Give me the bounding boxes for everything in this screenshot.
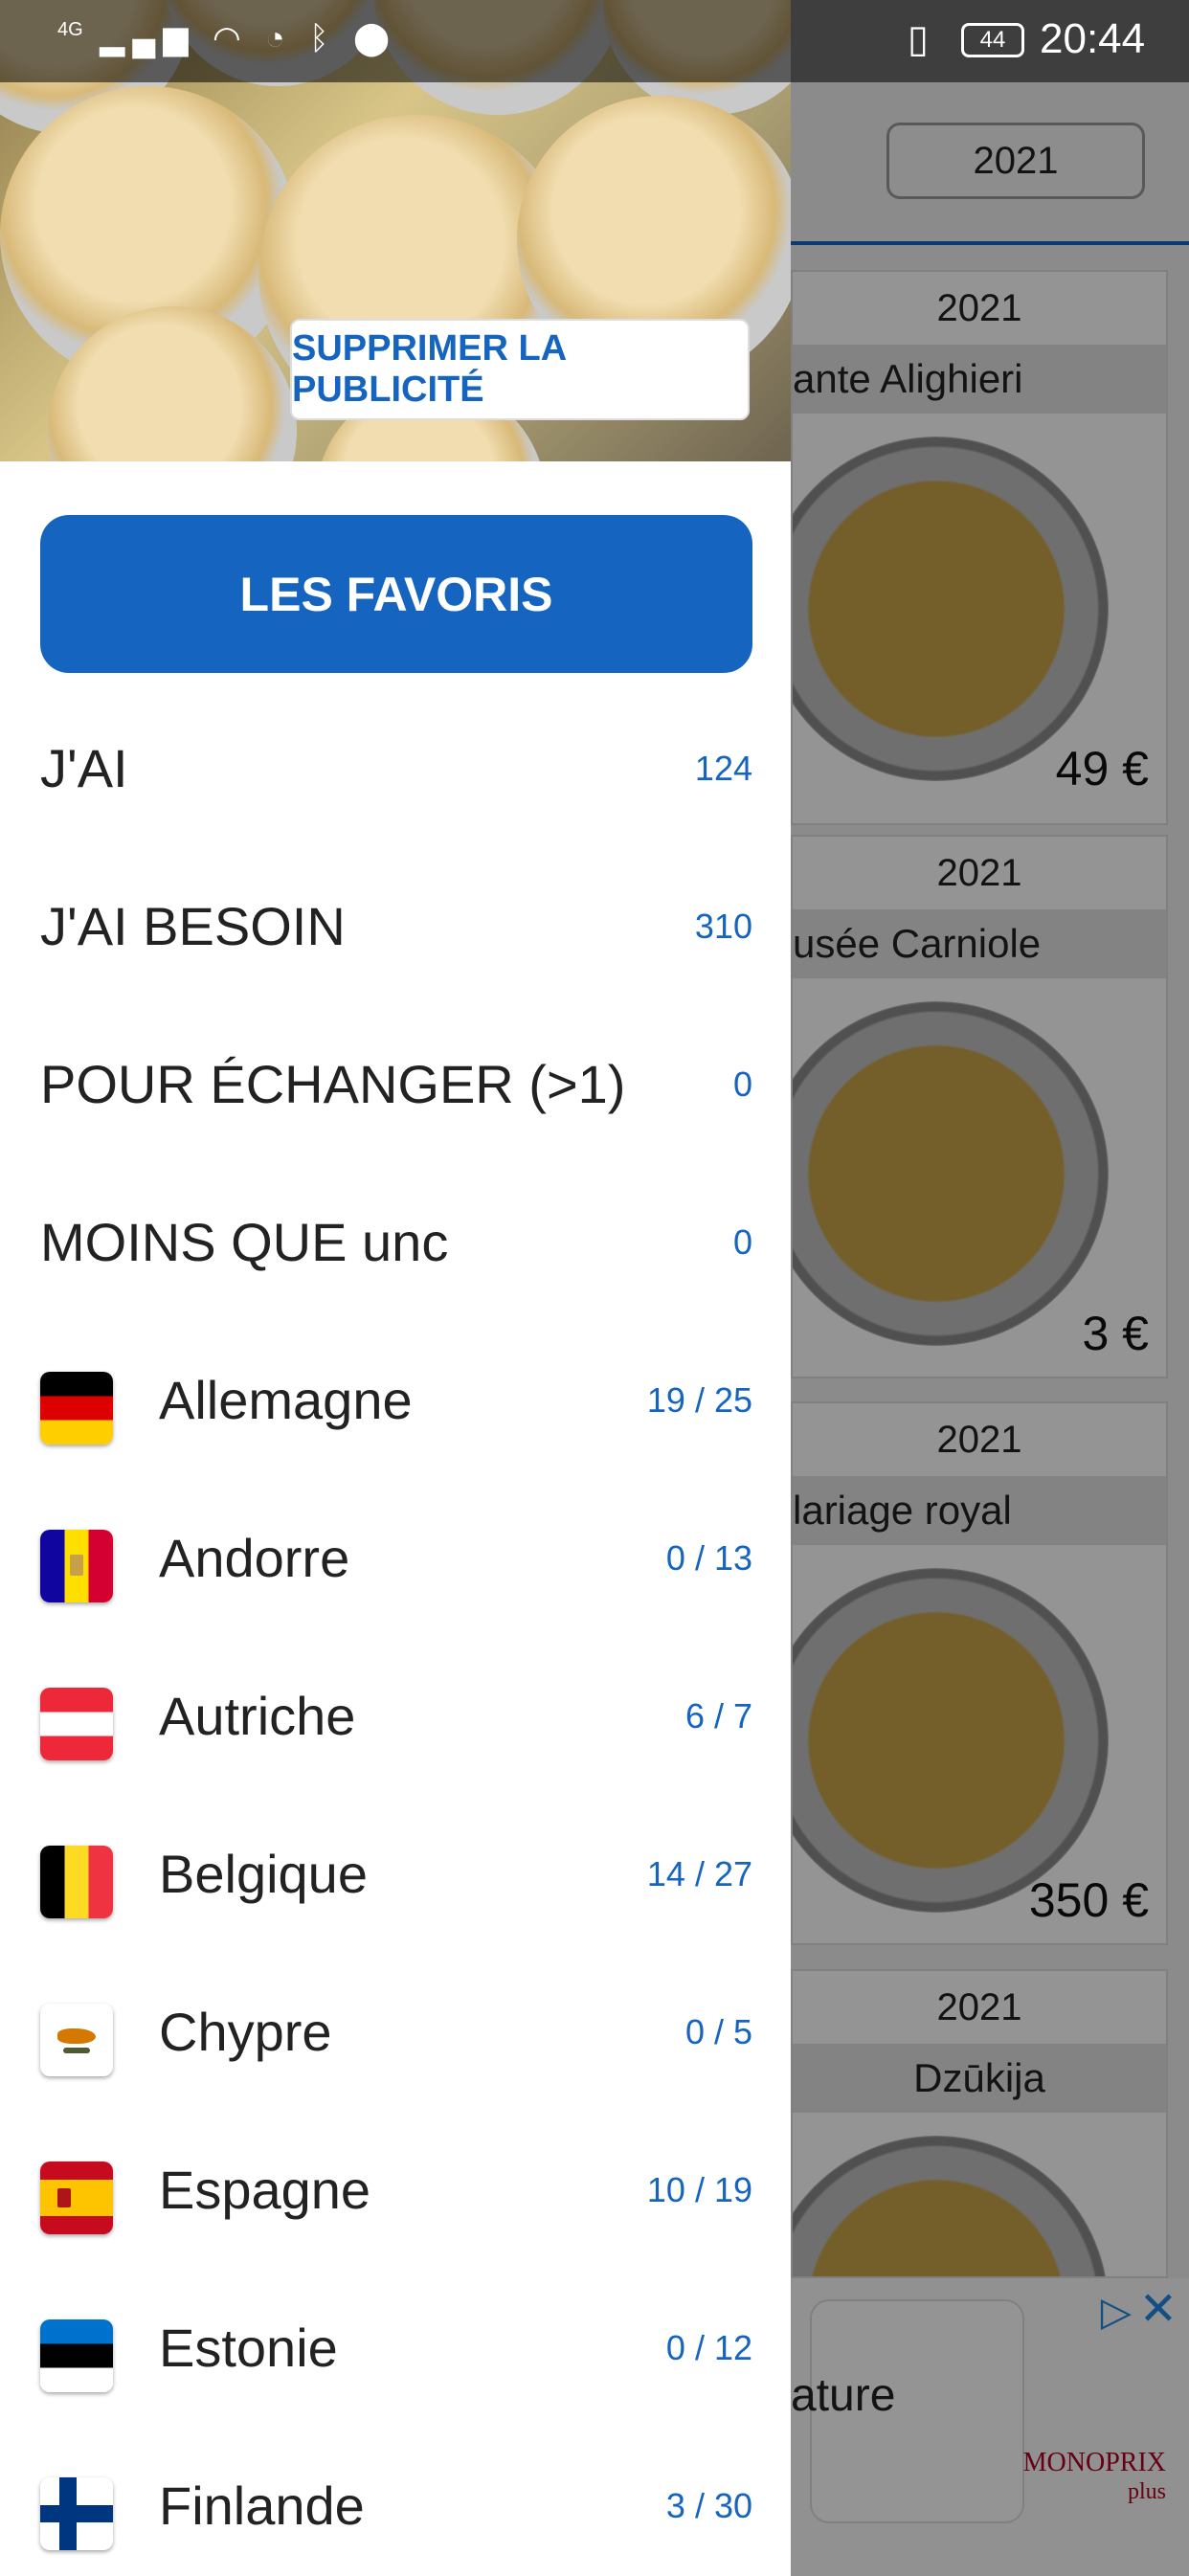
status-bar: 4G ▂▄▆ ◠ ◔ ᛒ ⬤ ▯ 44 20:44 <box>0 0 1189 82</box>
spain-flag-icon <box>40 2162 113 2234</box>
navigation-drawer: SUPPRIMER LA PUBLICITÉ LES FAVORIS J'AI … <box>0 0 791 2576</box>
country-label: Allemagne <box>159 1370 413 1430</box>
signal-icon: ▂▄▆ <box>100 20 196 56</box>
country-count: 19 / 25 <box>646 1380 752 1420</box>
battery-icon: 44 <box>961 23 1024 57</box>
country-label: Autriche <box>159 1686 356 1746</box>
favorites-button[interactable]: LES FAVORIS <box>40 515 752 673</box>
austria-flag-icon <box>40 1688 113 1760</box>
country-item-estonia[interactable]: Estonie 0 / 12 <box>0 2269 791 2427</box>
germany-flag-icon <box>40 1372 113 1445</box>
country-label: Finlande <box>159 2475 365 2536</box>
country-item-andorra[interactable]: Andorre 0 / 13 <box>0 1479 791 1637</box>
menu-item-have[interactable]: J'AI 124 <box>0 689 791 847</box>
country-item-belgium[interactable]: Belgique 14 / 27 <box>0 1795 791 1953</box>
country-count: 10 / 19 <box>646 2170 752 2209</box>
menu-item-count: 124 <box>694 749 752 788</box>
cyprus-flag-icon <box>40 2004 113 2076</box>
menu-item-count: 310 <box>694 907 752 946</box>
menu-item-less-than-unc[interactable]: MOINS QUE unc 0 <box>0 1163 791 1321</box>
country-item-austria[interactable]: Autriche 6 / 7 <box>0 1637 791 1795</box>
estonia-flag-icon <box>40 2319 113 2392</box>
location-icon: ⬤ <box>352 20 398 56</box>
country-label: Espagne <box>159 2160 371 2220</box>
country-count: 0 / 13 <box>665 1538 752 1578</box>
clock: 20:44 <box>1040 15 1146 62</box>
country-count: 6 / 7 <box>684 1696 752 1736</box>
country-item-germany[interactable]: Allemagne 19 / 25 <box>0 1321 791 1479</box>
menu-item-trade[interactable]: POUR ÉCHANGER (>1) 0 <box>0 1005 791 1163</box>
andorra-flag-icon <box>40 1530 113 1602</box>
menu-item-label: MOINS QUE unc <box>40 1212 449 1272</box>
wifi-icon: ◠ <box>212 20 249 56</box>
menu-item-count: 0 <box>732 1064 752 1104</box>
country-item-cyprus[interactable]: Chypre 0 / 5 <box>0 1953 791 2111</box>
country-count: 3 / 30 <box>665 2486 752 2525</box>
country-item-spain[interactable]: Espagne 10 / 19 <box>0 2111 791 2269</box>
finland-flag-icon <box>40 2477 113 2550</box>
menu-item-label: J'AI BESOIN <box>40 896 346 956</box>
menu-item-need[interactable]: J'AI BESOIN 310 <box>0 847 791 1005</box>
country-count: 0 / 12 <box>665 2328 752 2367</box>
country-label: Chypre <box>159 2002 332 2062</box>
country-label: Belgique <box>159 1844 368 1904</box>
country-count: 14 / 27 <box>646 1854 752 1893</box>
menu-item-label: POUR ÉCHANGER (>1) <box>40 1054 626 1114</box>
country-count: 0 / 5 <box>684 2012 752 2051</box>
alarm-icon: ◔ <box>265 20 293 56</box>
belgium-flag-icon <box>40 1846 113 1918</box>
network-type: 4G <box>57 19 83 40</box>
bluetooth-icon: ᛒ <box>309 20 337 56</box>
country-label: Andorre <box>159 1528 350 1588</box>
menu-item-label: J'AI <box>40 738 128 798</box>
remove-ads-button[interactable]: SUPPRIMER LA PUBLICITÉ <box>290 319 750 420</box>
menu-item-count: 0 <box>732 1222 752 1262</box>
country-item-finland[interactable]: Finlande 3 / 30 <box>0 2427 791 2576</box>
vibrate-icon: ▯ <box>908 18 930 60</box>
country-label: Estonie <box>159 2318 338 2378</box>
status-icons-left: 4G ▂▄▆ ◠ ◔ ᛒ ⬤ <box>57 19 397 57</box>
